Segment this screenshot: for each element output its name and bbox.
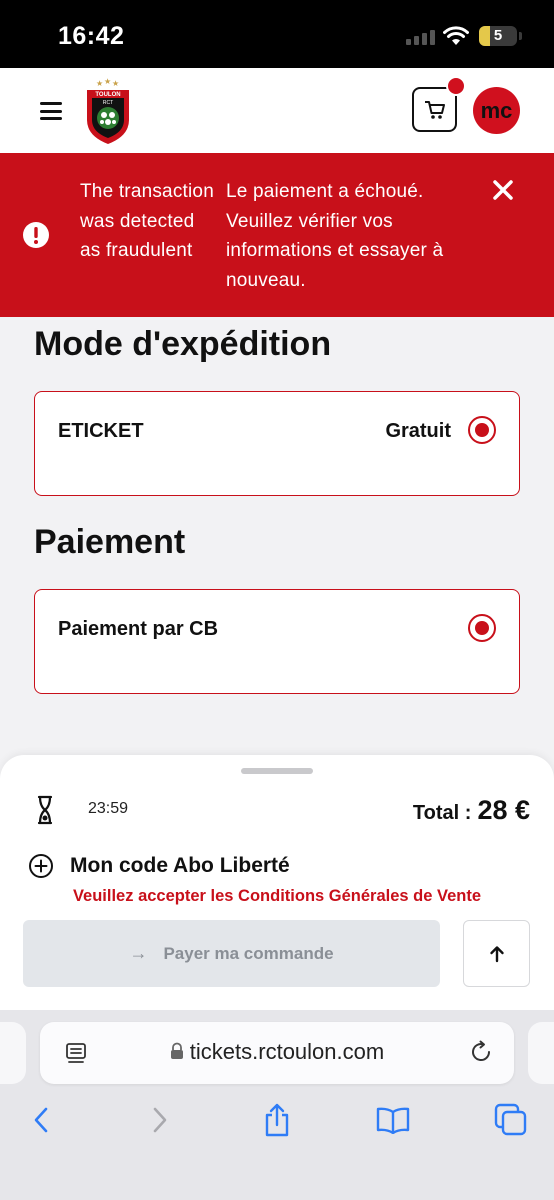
svg-text:RCT: RCT	[103, 100, 113, 106]
shipping-option-price: Gratuit	[385, 420, 451, 442]
user-avatar[interactable]: mc	[473, 87, 520, 134]
hourglass-icon	[37, 795, 53, 825]
payment-option-label: Paiement par CB	[58, 618, 219, 640]
cellular-signal-icon	[406, 30, 435, 45]
chevron-left-icon	[34, 1107, 48, 1133]
book-icon	[376, 1107, 410, 1134]
cart-icon	[424, 100, 445, 119]
alert-message-en: The transaction was detected as fraudule…	[80, 181, 214, 261]
back-button[interactable]	[24, 1103, 58, 1137]
status-bar: 16:42 5	[0, 0, 554, 68]
cgv-warning: Veuillez accepter les Conditions Général…	[72, 887, 482, 905]
payment-radio[interactable]	[468, 614, 496, 642]
arrow-right-icon: →	[129, 943, 148, 963]
share-icon	[265, 1103, 289, 1137]
sheet-grabber[interactable]	[241, 768, 313, 774]
bookmarks-button[interactable]	[376, 1103, 410, 1137]
shipping-radio[interactable]	[468, 416, 496, 444]
next-tab-peek[interactable]	[528, 1022, 554, 1084]
tabs-button[interactable]	[494, 1103, 528, 1137]
tabs-icon	[494, 1103, 527, 1136]
previous-tab-peek[interactable]	[0, 1022, 26, 1084]
total-label: Total :	[412, 802, 472, 824]
forward-button[interactable]	[143, 1103, 177, 1137]
alert-message-fr: Le paiement a échoué. Veuillez vérifier …	[226, 181, 444, 291]
scroll-to-top-button[interactable]	[463, 920, 530, 987]
payment-option-cb[interactable]: Paiement par CB	[34, 589, 520, 694]
svg-text:★: ★	[112, 79, 119, 88]
arrow-up-icon	[489, 945, 504, 962]
plus-circle-icon	[29, 854, 53, 878]
share-button[interactable]	[260, 1103, 294, 1137]
address-bar[interactable]: tickets.rctoulon.com	[40, 1022, 514, 1084]
url-display[interactable]: tickets.rctoulon.com	[40, 1039, 514, 1065]
svg-text:TOULON: TOULON	[95, 92, 120, 98]
shipping-option-eticket[interactable]: ETICKET Gratuit	[34, 391, 520, 496]
svg-text:★: ★	[104, 77, 111, 86]
promo-code-toggle[interactable]: Mon code Abo Liberté	[28, 853, 290, 879]
site-header: ★ ★ ★ TOULON RCT mc	[0, 68, 554, 153]
total-value: 28 €	[477, 795, 530, 825]
countdown-timer: 23:59	[88, 800, 129, 817]
status-time: 16:42	[58, 22, 125, 50]
rct-toulon-logo[interactable]: ★ ★ ★ TOULON RCT	[83, 76, 133, 146]
alert-icon	[23, 222, 49, 248]
chevron-right-icon	[153, 1107, 167, 1133]
svg-text:★: ★	[96, 79, 103, 88]
battery-icon: 5	[479, 26, 517, 46]
cart-badge	[446, 76, 466, 96]
menu-icon[interactable]	[40, 102, 62, 120]
battery-level: 5	[493, 27, 503, 44]
payment-error-alert: The transaction was detected as fraudule…	[0, 153, 554, 317]
wifi-icon	[443, 26, 469, 45]
shipping-option-label: ETICKET	[58, 420, 144, 442]
close-icon[interactable]	[490, 177, 516, 203]
reload-icon[interactable]	[468, 1039, 494, 1065]
payment-section-title: Paiement	[34, 523, 186, 561]
order-total: Total : 28 €	[413, 795, 530, 826]
pay-order-button[interactable]: → Payer ma commande	[23, 920, 440, 987]
order-summary-sheet: 23:59 Total : 28 € Mon code Abo Liberté …	[0, 755, 554, 1010]
promo-code-label: Mon code Abo Liberté	[70, 854, 290, 877]
shipping-section-title: Mode d'expédition	[34, 325, 332, 363]
url-text: tickets.rctoulon.com	[189, 1039, 385, 1064]
lock-icon	[170, 1042, 183, 1059]
pay-order-label: Payer ma commande	[163, 943, 334, 963]
